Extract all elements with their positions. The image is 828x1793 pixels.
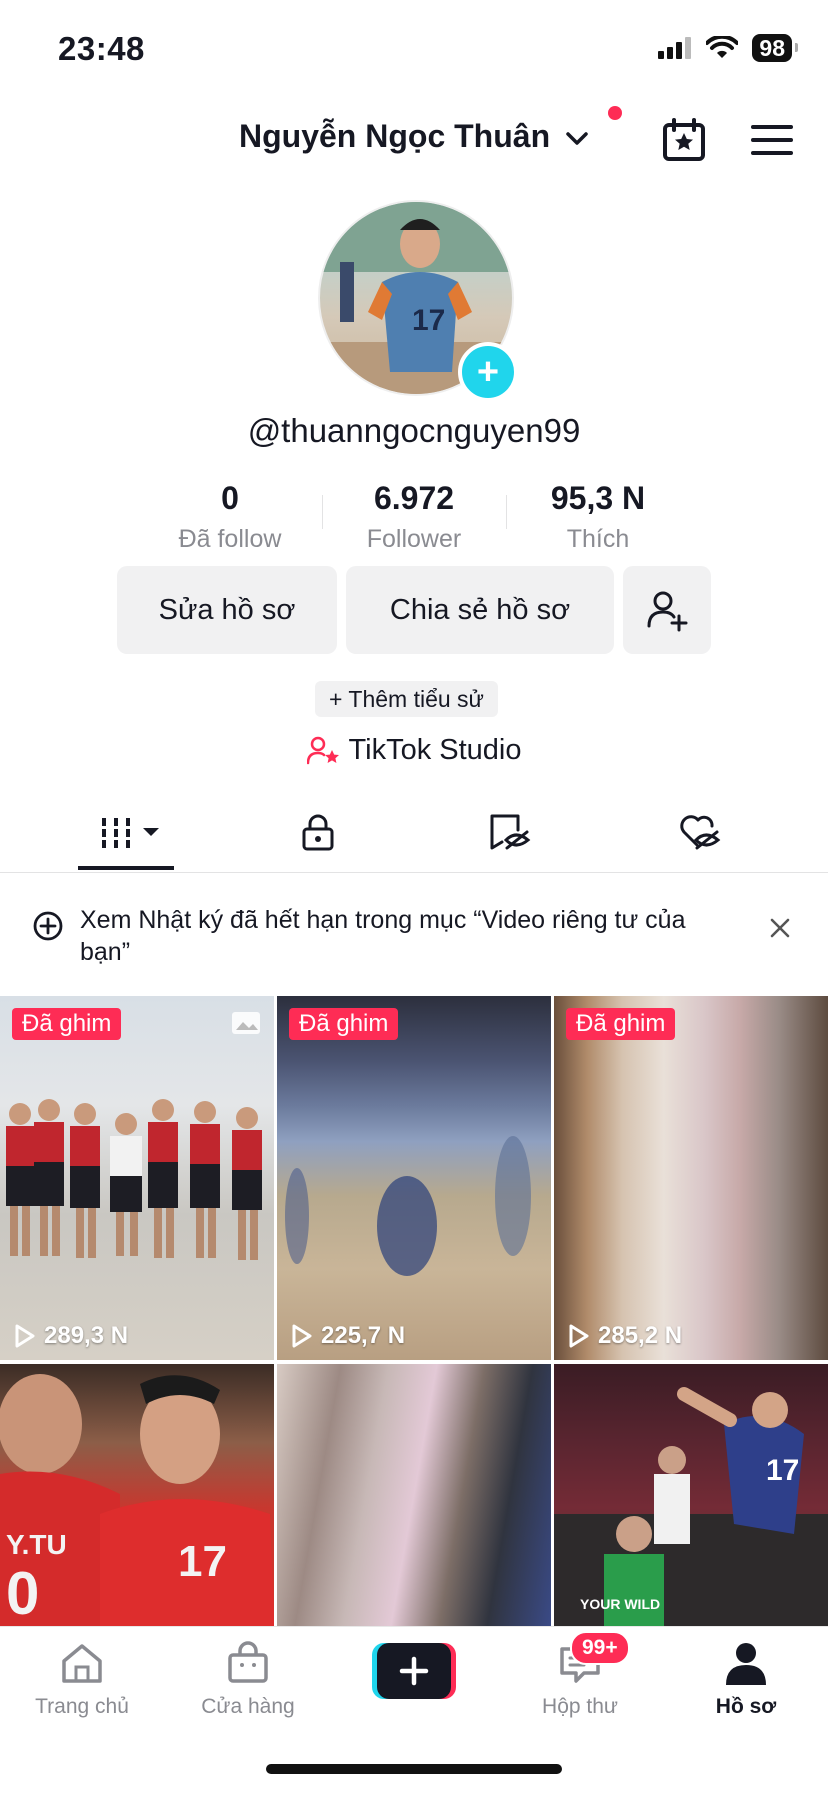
home-icon — [62, 1644, 102, 1683]
video-thumbnail[interactable]: 17 Y.TU 0 — [0, 1364, 274, 1626]
svg-text:17: 17 — [766, 1454, 799, 1487]
video-thumbnail[interactable] — [277, 1364, 551, 1626]
players-photo: 17 Y.TU 0 — [0, 1374, 274, 1626]
wifi-icon — [706, 36, 739, 58]
grid-videos-icon — [102, 818, 159, 848]
tab-liked-hidden-icon[interactable] — [678, 812, 722, 852]
video-thumbnail[interactable]: Đã ghim 285,2 N — [554, 996, 828, 1360]
view-count: 285,2 N — [568, 1322, 682, 1350]
tab-reposts-hidden-icon[interactable] — [488, 812, 532, 852]
status-indicators: 98 — [658, 34, 798, 62]
creator-star-icon — [306, 736, 339, 764]
username-label: Nguyễn Ngọc Thuân — [239, 118, 551, 154]
profile-person-icon — [726, 1643, 766, 1685]
close-icon[interactable] — [768, 916, 792, 940]
expired-stories-notice[interactable]: Xem Nhật ký đã hết hạn trong mục “Video … — [80, 904, 720, 968]
add-friend-button[interactable] — [623, 566, 711, 654]
add-person-icon — [647, 591, 688, 632]
chevron-down-icon — [566, 131, 588, 145]
team-photo — [6, 1012, 262, 1260]
view-count-label: 285,2 N — [598, 1322, 683, 1349]
nav-shop-label: Cửa hàng — [201, 1695, 295, 1718]
svg-text:0: 0 — [6, 1560, 39, 1626]
view-count: 225,7 N — [291, 1322, 405, 1350]
svg-text:17: 17 — [178, 1537, 227, 1586]
video-thumbnail[interactable]: 17 YOUR WILD — [554, 1364, 828, 1626]
edit-profile-button[interactable]: Sửa hồ sơ — [117, 566, 337, 654]
plus-icon: + — [476, 351, 500, 393]
cellular-signal-icon — [658, 37, 692, 59]
tab-divider — [0, 872, 828, 873]
add-bio-button[interactable]: + Thêm tiểu sử — [315, 681, 498, 717]
view-count: 289,3 N — [14, 1322, 128, 1350]
following-count: 0 — [221, 480, 239, 516]
active-tab-indicator — [78, 866, 174, 870]
view-count-label: 225,7 N — [321, 1322, 406, 1349]
nav-shop[interactable]: Cửa hàng — [178, 1641, 318, 1719]
notification-dot — [608, 106, 622, 120]
video-thumbnail[interactable]: Đã ghim 289,3 N — [0, 996, 274, 1360]
svg-text:17: 17 — [412, 304, 445, 337]
battery-indicator: 98 — [752, 34, 798, 62]
spike-photo: 17 — [554, 1387, 828, 1626]
nav-home[interactable]: Trang chủ — [12, 1641, 152, 1719]
likes-count: 95,3 N — [550, 480, 646, 516]
followers-label: Follower — [366, 525, 462, 553]
play-icon — [292, 1324, 312, 1348]
nav-home-label: Trang chủ — [35, 1695, 129, 1718]
view-count-label: 289,3 N — [44, 1322, 129, 1349]
blurred-match-photo — [285, 1136, 531, 1276]
share-profile-button[interactable]: Chia sẻ hồ sơ — [346, 566, 614, 654]
inbox-badge: 99+ — [570, 1631, 630, 1665]
likes-label: Thích — [566, 525, 630, 553]
pinned-badge: Đã ghim — [566, 1008, 676, 1040]
nav-inbox-label: Hộp thư — [542, 1695, 618, 1718]
shopping-bag-icon — [228, 1641, 268, 1683]
add-circle-icon — [33, 911, 63, 941]
add-avatar-button[interactable]: + — [458, 342, 518, 402]
video-thumbnail[interactable]: Đã ghim 225,7 N — [277, 996, 551, 1360]
stat-followers[interactable]: 6.972 Follower — [322, 480, 506, 554]
tab-videos[interactable] — [100, 816, 162, 855]
pinned-badge: Đã ghim — [12, 1008, 122, 1040]
create-button[interactable] — [372, 1643, 456, 1699]
stat-likes[interactable]: 95,3 N Thích — [506, 480, 690, 554]
home-indicator — [266, 1764, 562, 1774]
status-time: 23:48 — [58, 30, 145, 67]
play-icon — [15, 1324, 35, 1348]
svg-text:Y.TU: Y.TU — [6, 1529, 67, 1560]
profile-handle: @thuanngocnguyen99 — [247, 412, 581, 449]
play-icon — [569, 1324, 589, 1348]
followers-count: 6.972 — [373, 480, 455, 516]
nav-profile-label: Hồ sơ — [715, 1695, 777, 1718]
thumbnail-caption: YOUR WILD — [580, 1596, 661, 1612]
studio-label: TikTok Studio — [348, 734, 522, 766]
tab-private-lock-icon[interactable] — [300, 814, 336, 852]
following-label: Đã follow — [178, 525, 282, 553]
nav-profile[interactable]: Hồ sơ — [676, 1641, 816, 1719]
stat-following[interactable]: 0 Đã follow — [138, 480, 322, 554]
pinned-badge: Đã ghim — [289, 1008, 399, 1040]
tiktok-studio-link[interactable]: TikTok Studio — [0, 734, 828, 767]
menu-icon[interactable] — [748, 116, 796, 164]
calendar-star-icon[interactable] — [660, 116, 708, 164]
